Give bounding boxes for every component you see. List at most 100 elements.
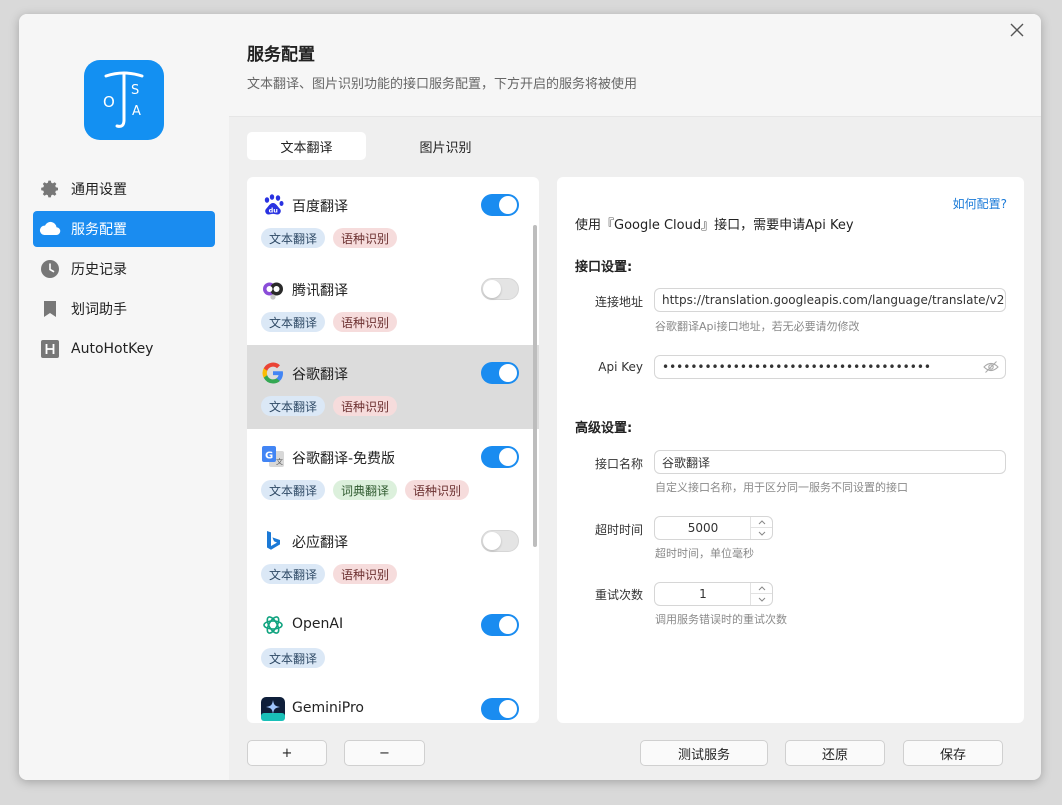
remove-service-button[interactable]: − [344,740,425,766]
save-button[interactable]: 保存 [903,740,1003,766]
gemini-icon [261,697,285,721]
interface-section-title: 接口设置: [575,260,633,275]
tab-text-translate[interactable]: 文本翻译 [247,132,366,160]
sidebar-item-autohotkey[interactable]: AutoHotKey [33,331,215,367]
service-name: 谷歌翻译 [292,367,348,383]
service-toggle[interactable] [481,362,519,384]
svg-text:O: O [103,93,115,111]
service-list-scrollbar[interactable] [533,225,537,547]
service-toggle[interactable] [481,530,519,552]
tag: 文本翻译 [261,228,326,248]
svg-text:du: du [269,207,279,215]
timeout-increment[interactable] [751,517,772,528]
service-item-openai[interactable]: OpenAI 文本翻译 [247,597,539,681]
service-name: 谷歌翻译-免费版 [292,451,396,467]
tag: 语种识别 [333,312,398,332]
google-icon [261,361,285,385]
h-letter-icon [39,338,61,360]
service-toggle[interactable] [481,278,519,300]
tab-image-recognition[interactable]: 图片识别 [386,132,505,160]
timeout-hint: 超时时间，单位毫秒 [655,547,754,560]
service-toggle[interactable] [481,614,519,636]
page-subtitle: 文本翻译、图片识别功能的接口服务配置，下方开启的服务将被使用 [247,77,638,92]
retry-value: 1 [699,587,707,601]
sidebar-nav: 通用设置 服务配置 历史记录 划词助手 AutoHotKey [33,171,215,371]
close-button[interactable] [1005,18,1029,42]
endpoint-hint: 谷歌翻译Api接口地址，若无必要请勿修改 [655,320,860,333]
svg-text:S: S [131,83,139,98]
service-list: du 百度翻译 文本翻译 语种识别 腾讯翻译 文本翻译 语种识别 谷歌翻译 文本… [247,177,539,723]
baidu-icon: du [261,193,285,217]
app-logo: O S A [84,60,164,140]
sidebar-item-label: AutoHotKey [71,341,154,357]
apikey-input[interactable]: •••••••••••••••••••••••••••••••••••••• [654,355,1006,379]
tag: 文本翻译 [261,312,326,332]
timeout-stepper[interactable]: 5000 [654,516,773,540]
name-label: 接口名称 [594,457,643,471]
tag: 语种识别 [405,480,470,500]
bing-icon [261,529,285,553]
retry-hint: 调用服务错误时的重试次数 [655,613,787,626]
advanced-section-title: 高级设置: [575,421,633,436]
tag: 文本翻译 [261,648,326,668]
service-item-baidu[interactable]: du 百度翻译 文本翻译 语种识别 [247,177,539,261]
sidebar-item-service-config[interactable]: 服务配置 [33,211,215,247]
service-tags: 文本翻译 语种识别 [261,312,405,332]
tab-bar: 文本翻译 图片识别 [247,132,525,160]
clock-icon [39,258,61,280]
service-tags: 文本翻译 [261,648,333,668]
reset-button[interactable]: 还原 [785,740,885,766]
app-window: O S A 通用设置 服务配置 历史记录 划词助手 AutoHotKey 服务配… [19,14,1041,780]
name-input[interactable]: 谷歌翻译 [654,450,1006,474]
tag: 语种识别 [333,396,398,416]
tencent-icon [261,277,285,301]
test-service-button[interactable]: 测试服务 [640,740,768,766]
sidebar: O S A 通用设置 服务配置 历史记录 划词助手 AutoHotKey [19,14,229,780]
otsa-logo-icon: O S A [103,71,144,128]
endpoint-value: https://translation.googleapis.com/langu… [662,293,1005,307]
service-item-tencent[interactable]: 腾讯翻译 文本翻译 语种识别 [247,261,539,345]
svg-text:G: G [265,451,273,462]
retry-decrement[interactable] [751,594,772,605]
timeout-label: 超时时间 [594,523,643,537]
endpoint-label: 连接地址 [594,295,643,309]
cloud-icon [39,218,61,240]
tag: 文本翻译 [261,396,326,416]
sidebar-item-label: 历史记录 [71,262,127,278]
tag: 词典翻译 [333,480,398,500]
chevron-up-icon [758,585,765,590]
how-to-configure-link[interactable]: 如何配置? [953,195,1007,212]
chevron-down-icon [758,597,765,602]
service-item-google-free[interactable]: G 文 谷歌翻译-免费版 文本翻译 词典翻译 语种识别 [247,429,539,513]
tag: 文本翻译 [261,564,326,584]
service-toggle[interactable] [481,194,519,216]
page-title: 服务配置 [247,45,315,65]
service-name: 腾讯翻译 [292,283,348,299]
apikey-label: Api Key [598,360,643,374]
timeout-decrement[interactable] [751,528,772,539]
api-description: 使用『Google Cloud』接口，需要申请Api Key [575,218,854,233]
service-tags: 文本翻译 语种识别 [261,228,405,248]
sidebar-item-history[interactable]: 历史记录 [33,251,215,287]
service-item-bing[interactable]: 必应翻译 文本翻译 语种识别 [247,513,539,597]
service-item-geminipro[interactable]: GeminiPro [247,681,539,723]
tag: 文本翻译 [261,480,326,500]
sidebar-item-general[interactable]: 通用设置 [33,171,215,207]
svg-text:A: A [132,104,141,119]
service-tags: 文本翻译 词典翻译 语种识别 [261,480,477,500]
add-service-button[interactable]: + [247,740,327,766]
service-toggle[interactable] [481,698,519,720]
service-toggle[interactable] [481,446,519,468]
gear-icon [39,178,61,200]
endpoint-input[interactable]: https://translation.googleapis.com/langu… [654,288,1006,312]
retry-increment[interactable] [751,583,772,594]
retry-stepper[interactable]: 1 [654,582,773,606]
service-config-panel: 如何配置? 使用『Google Cloud』接口，需要申请Api Key 接口设… [557,177,1024,723]
retry-label: 重试次数 [594,588,643,602]
page-header: 服务配置 文本翻译、图片识别功能的接口服务配置，下方开启的服务将被使用 [229,14,1041,117]
eye-hidden-icon[interactable] [983,360,999,377]
sidebar-item-word-assistant[interactable]: 划词助手 [33,291,215,327]
close-icon [1010,23,1024,37]
service-item-google[interactable]: 谷歌翻译 文本翻译 语种识别 [247,345,539,429]
name-value: 谷歌翻译 [662,455,711,470]
